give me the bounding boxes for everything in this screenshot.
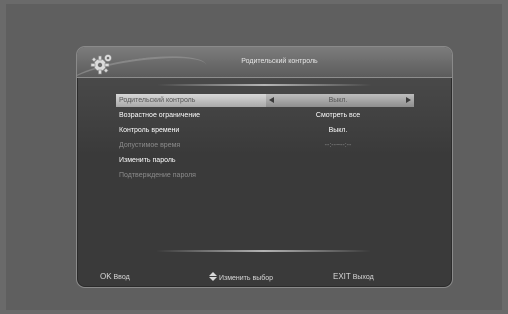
change-selection-label: Изменить выбор [218, 275, 274, 282]
exit-label: Выход [352, 274, 374, 281]
change-selection-hint[interactable]: Изменить выбор [209, 272, 273, 282]
menu-item-parental-control[interactable]: Родительский контроль Выкл. [116, 94, 414, 107]
settings-menu: Родительский контроль Выкл. Возрастное о… [116, 94, 414, 184]
page-title: Родительский контроль [241, 58, 318, 65]
menu-item-label: Возрастное ограничение [119, 112, 200, 119]
menu-item-label: Изменить пароль [119, 157, 176, 164]
header-divider [157, 84, 372, 86]
exit-hint[interactable]: EXIT Выход [333, 272, 374, 281]
menu-item-label: Родительский контроль [119, 97, 196, 104]
menu-item-value: Смотреть все [315, 112, 361, 119]
tv-screen: Родительский контроль Родительский контр… [6, 4, 502, 310]
menu-item-change-password[interactable]: Изменить пароль [116, 154, 414, 167]
ok-hint[interactable]: OK Ввод [100, 272, 130, 281]
menu-item-allowed-time: Допустимое время --:--~--:-- [116, 139, 414, 152]
panel-header: Родительский контроль [77, 47, 452, 101]
up-down-arrows-icon [209, 272, 217, 281]
footer-hints: OK Ввод Изменить выбор EXIT Выход [86, 268, 457, 286]
menu-item-value: Выкл. [328, 97, 348, 104]
menu-item-confirm-password: Подтверждение пароля [116, 169, 414, 182]
arrow-left-icon[interactable] [269, 97, 274, 103]
menu-item-label: Подтверждение пароля [119, 172, 196, 179]
exit-key: EXIT [333, 272, 351, 281]
menu-item-time-control[interactable]: Контроль времени Выкл. [116, 124, 414, 137]
menu-item-value: Выкл. [328, 127, 348, 134]
menu-item-label: Допустимое время [119, 142, 181, 149]
arrow-right-icon[interactable] [406, 97, 411, 103]
menu-item-age-limit[interactable]: Возрастное ограничение Смотреть все [116, 109, 414, 122]
menu-item-label: Контроль времени [119, 127, 180, 134]
footer-divider [156, 250, 371, 252]
ok-label: Ввод [113, 274, 130, 281]
ok-key: OK [100, 272, 112, 281]
menu-item-value: --:--~--:-- [324, 142, 352, 149]
